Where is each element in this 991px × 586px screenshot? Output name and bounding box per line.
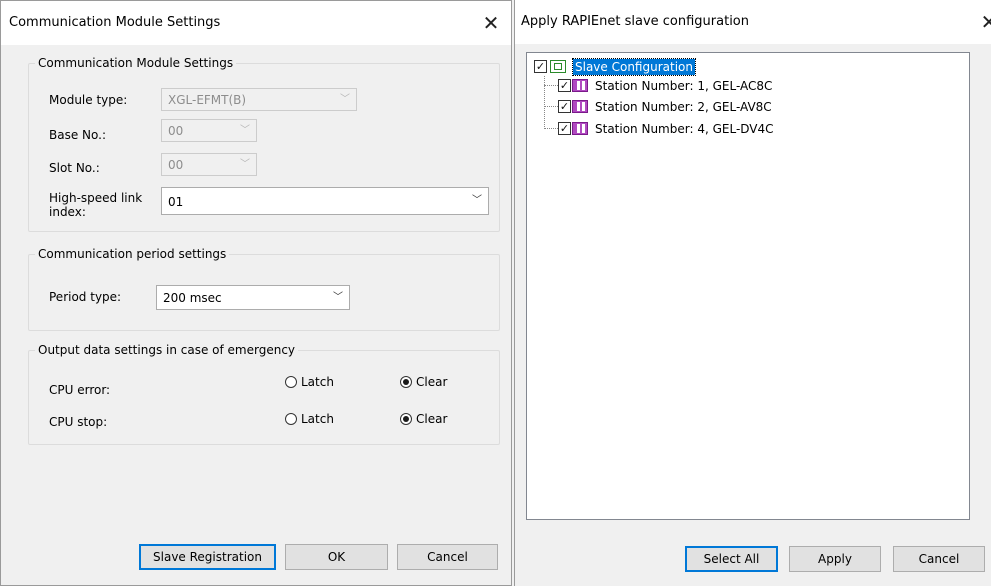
station-checkbox[interactable]: ✓ — [558, 122, 571, 135]
radio-circle — [285, 413, 297, 425]
apply-rapienet-slave-dialog: Apply RAPIEnet slave configuration ✕ ✓ S… — [514, 0, 991, 586]
tree-connector — [544, 76, 545, 129]
module-type-label: Module type: — [49, 93, 128, 107]
dialog-title: Apply RAPIEnet slave configuration — [521, 14, 749, 29]
cpu-stop-label: CPU stop: — [49, 415, 108, 429]
base-no-value: 00 — [168, 124, 184, 138]
close-icon[interactable]: ✕ — [975, 7, 991, 37]
slot-no-select[interactable]: 00 ﹀ — [161, 153, 257, 176]
cpu-error-latch-radio[interactable]: Latch — [285, 375, 345, 393]
chevron-down-icon: ﹀ — [240, 159, 250, 170]
ok-button[interactable]: OK — [285, 544, 388, 570]
tree-station-label: Station Number: 4, GEL-DV4C — [595, 122, 774, 136]
base-no-select[interactable]: 00 ﹀ — [161, 119, 257, 142]
radio-circle-selected — [400, 413, 412, 425]
hs-link-label-line1: High-speed link — [49, 191, 143, 205]
cpu-error-label: CPU error: — [49, 383, 111, 397]
module-type-value: XGL-EFMT(B) — [168, 93, 247, 107]
station-module-icon — [572, 100, 588, 113]
cancel-button[interactable]: Cancel — [397, 544, 498, 570]
cpu-stop-latch-radio[interactable]: Latch — [285, 412, 345, 430]
cpu-stop-clear-radio[interactable]: Clear — [400, 412, 460, 430]
communication-module-settings-dialog: Communication Module Settings ✕ Communic… — [0, 0, 512, 586]
apply-button[interactable]: Apply — [789, 546, 881, 572]
module-type-select[interactable]: XGL-EFMT(B) ﹀ — [161, 88, 357, 111]
tree-connector — [544, 106, 558, 107]
title-bar: Apply RAPIEnet slave configuration ✕ — [515, 0, 991, 44]
hs-link-label-line2: index: — [49, 205, 86, 219]
group-legend: Communication Module Settings — [38, 56, 234, 70]
radio-label: Clear — [416, 375, 448, 389]
chevron-down-icon: ﹀ — [240, 125, 250, 136]
tree-root-label: Slave Configuration — [572, 58, 696, 76]
close-icon[interactable]: ✕ — [477, 8, 505, 38]
hs-link-label: High-speed link index: — [49, 191, 142, 219]
hs-link-value: 01 — [168, 195, 184, 209]
tree-station-label: Station Number: 1, GEL-AC8C — [595, 79, 773, 93]
chevron-down-icon: ﹀ — [472, 195, 482, 206]
root-checkbox[interactable]: ✓ — [534, 60, 547, 73]
station-checkbox[interactable]: ✓ — [558, 100, 571, 113]
period-type-label: Period type: — [49, 290, 122, 304]
station-module-icon — [572, 79, 588, 92]
base-no-label: Base No.: — [49, 128, 106, 142]
radio-circle-selected — [400, 376, 412, 388]
chevron-down-icon: ﹀ — [333, 292, 343, 303]
radio-label: Clear — [416, 412, 448, 426]
hs-link-index-select[interactable]: 01 ﹀ — [161, 187, 489, 215]
slave-tree-view[interactable]: ✓ Slave Configuration ✓ Station Number: … — [526, 52, 970, 520]
tree-connector — [544, 128, 558, 129]
tree-connector — [544, 85, 558, 86]
module-config-icon — [550, 60, 566, 73]
station-checkbox[interactable]: ✓ — [558, 79, 571, 92]
station-module-icon — [572, 122, 588, 135]
select-all-button[interactable]: Select All — [685, 546, 778, 572]
slot-no-value: 00 — [168, 158, 184, 172]
period-type-value: 200 msec — [163, 291, 222, 305]
period-type-select[interactable]: 200 msec ﹀ — [156, 285, 350, 310]
cancel-button[interactable]: Cancel — [893, 546, 985, 572]
radio-label: Latch — [301, 412, 334, 426]
slot-no-label: Slot No.: — [49, 161, 100, 175]
title-bar: Communication Module Settings ✕ — [1, 1, 511, 45]
group-legend: Output data settings in case of emergenc… — [38, 343, 296, 357]
dialog-title: Communication Module Settings — [9, 15, 221, 30]
slave-registration-button[interactable]: Slave Registration — [139, 544, 276, 570]
tree-station-label: Station Number: 2, GEL-AV8C — [595, 100, 772, 114]
radio-label: Latch — [301, 375, 334, 389]
radio-circle — [285, 376, 297, 388]
chevron-down-icon: ﹀ — [340, 94, 350, 105]
group-legend: Communication period settings — [38, 247, 227, 261]
cpu-error-clear-radio[interactable]: Clear — [400, 375, 460, 393]
